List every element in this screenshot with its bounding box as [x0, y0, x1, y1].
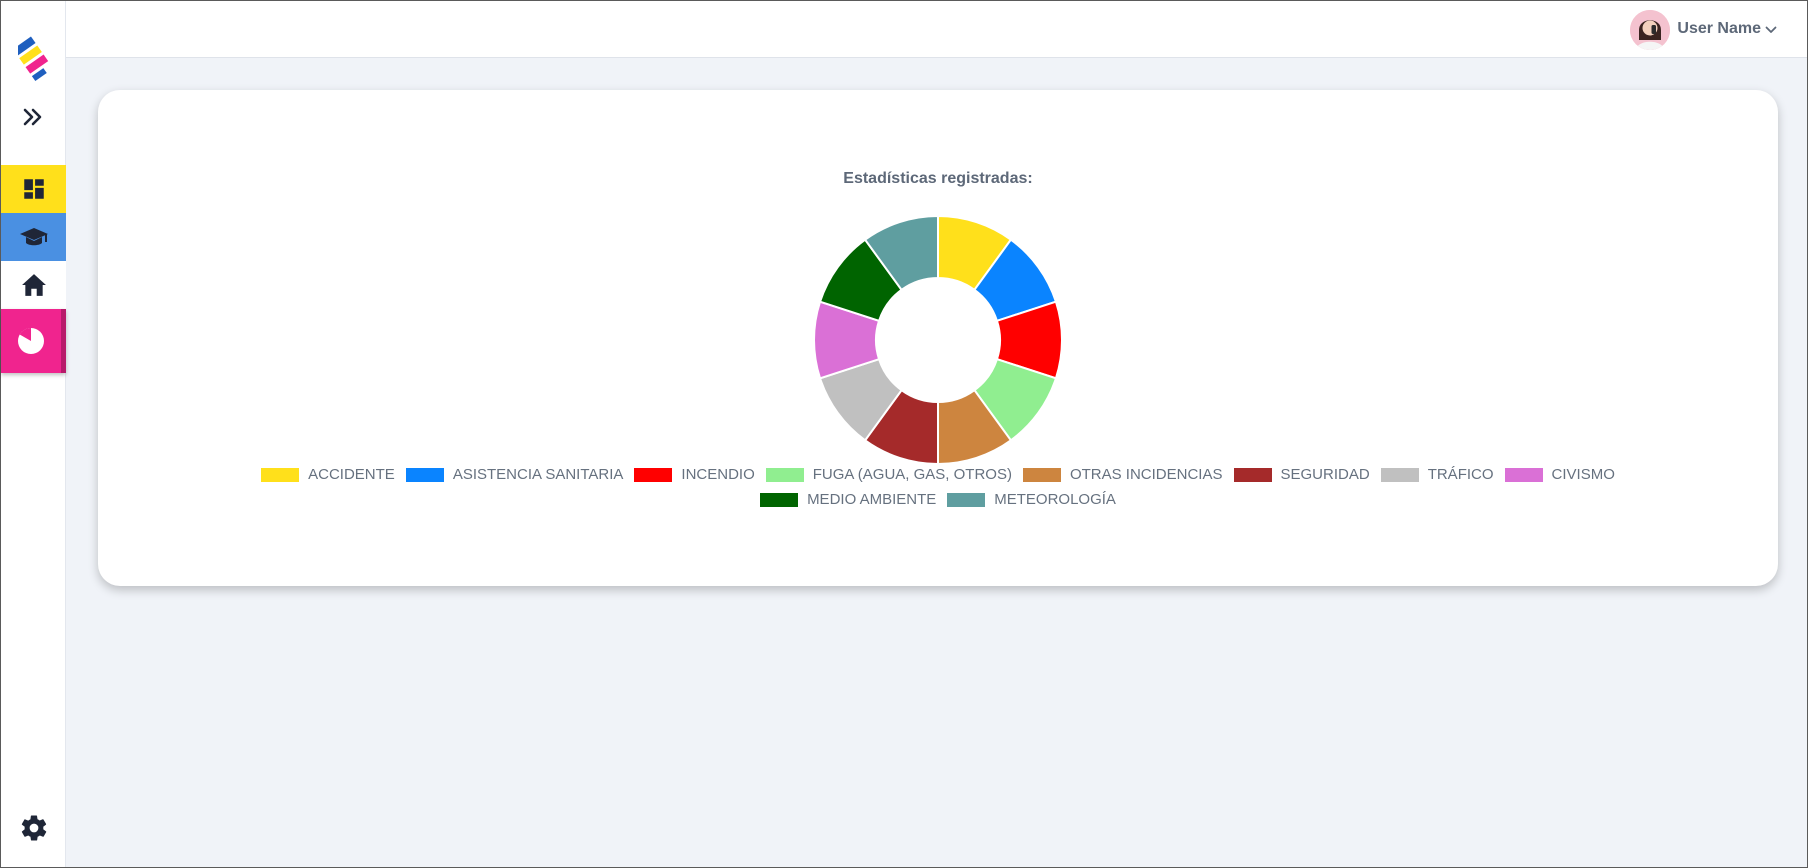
- chart-legend-row-1: ACCIDENTE ASISTENCIA SANITARIA INCENDIO FUG…: [98, 466, 1778, 483]
- legend-swatch: [1233, 467, 1272, 482]
- legend-label: CIVISMO: [1551, 466, 1615, 483]
- legend-label: SEGURIDAD: [1280, 466, 1370, 483]
- sidebar-item-home[interactable]: [1, 261, 66, 309]
- legend-swatch: [405, 467, 444, 482]
- legend-swatch: [760, 492, 799, 507]
- graduation-cap-icon: [19, 228, 48, 246]
- legend-item[interactable]: METEOROLOGÍA: [947, 491, 1116, 508]
- legend-swatch: [1022, 467, 1061, 482]
- double-chevron-right-icon[interactable]: [19, 105, 47, 129]
- user-name[interactable]: User Name: [1677, 20, 1761, 38]
- pie-chart-icon: [18, 327, 44, 354]
- legend-label: METEOROLOGÍA: [994, 491, 1116, 508]
- legend-label: INCENDIO: [681, 466, 755, 483]
- sidebar-item-courses[interactable]: [1, 213, 66, 261]
- legend-label: ASISTENCIA SANITARIA: [452, 466, 624, 483]
- home-icon: [21, 274, 46, 296]
- legend-swatch: [261, 467, 300, 482]
- legend-item[interactable]: ACCIDENTE: [261, 466, 395, 483]
- dashboard-icon: [23, 179, 44, 199]
- sidebar: [1, 1, 66, 867]
- chart-legend-row-2: MEDIO AMBIENTE METEOROLOGÍA: [98, 491, 1778, 508]
- legend-label: ACCIDENTE: [308, 466, 395, 483]
- sidebar-item-dashboard[interactable]: [1, 165, 66, 213]
- legend-item[interactable]: MEDIO AMBIENTE: [760, 491, 936, 508]
- legend-item[interactable]: SEGURIDAD: [1233, 466, 1370, 483]
- app-window: User Name Estadísticas registradas: ACCI…: [0, 0, 1808, 868]
- legend-label: OTRAS INCIDENCIAS: [1069, 466, 1223, 483]
- donut-chart: [813, 214, 1063, 466]
- legend-label: FUGA (AGUA, GAS, OTROS): [812, 466, 1012, 483]
- legend-item[interactable]: CIVISMO: [1504, 466, 1615, 483]
- avatar[interactable]: [1630, 10, 1670, 50]
- legend-swatch: [765, 467, 804, 482]
- legend-item[interactable]: OTRAS INCIDENCIAS: [1022, 466, 1223, 483]
- user-avatar-image: [1630, 10, 1670, 50]
- chevron-down-icon[interactable]: [1765, 25, 1777, 35]
- legend-label: TRÁFICO: [1427, 466, 1494, 483]
- legend-label: MEDIO AMBIENTE: [807, 491, 937, 508]
- legend-item[interactable]: FUGA (AGUA, GAS, OTROS): [765, 466, 1012, 483]
- chart-title: Estadísticas registradas:: [843, 170, 1033, 187]
- legend-swatch: [634, 467, 673, 482]
- top-bar: User Name: [66, 1, 1807, 58]
- legend-item[interactable]: INCENDIO: [634, 466, 755, 483]
- sidebar-item-statistics[interactable]: [1, 309, 66, 373]
- legend-swatch: [1504, 467, 1543, 482]
- legend-item[interactable]: ASISTENCIA SANITARIA: [405, 466, 624, 483]
- legend-item[interactable]: TRÁFICO: [1380, 466, 1494, 483]
- legend-swatch: [947, 492, 986, 507]
- app-logo[interactable]: [18, 33, 50, 87]
- gear-icon[interactable]: [19, 813, 49, 843]
- statistics-card: Estadísticas registradas: ACCIDENTE ASIST…: [98, 90, 1778, 586]
- legend-swatch: [1380, 467, 1419, 482]
